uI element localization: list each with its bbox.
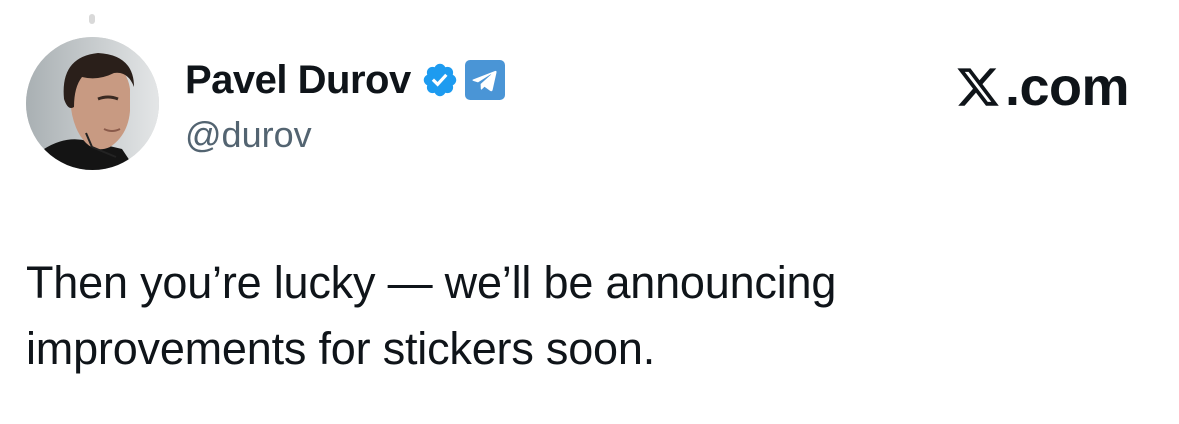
handle[interactable]: @durov <box>185 114 505 156</box>
tweet-text-line: Then you’re lucky — we’ll be announcing <box>26 257 837 308</box>
author-header: Pavel Durov @durov <box>185 52 505 156</box>
scroll-indicator <box>89 14 95 24</box>
brand-watermark: .com <box>955 56 1130 118</box>
avatar-photo <box>26 37 159 170</box>
telegram-icon <box>464 60 505 100</box>
x-logo-icon <box>955 64 1001 110</box>
avatar[interactable] <box>26 37 159 170</box>
name-row: Pavel Durov <box>185 52 505 108</box>
tweet-text-line: improvements for stickers soon. <box>26 323 656 374</box>
tweet-card: Pavel Durov @durov .com Then you’re luck… <box>0 0 1179 424</box>
tweet-text: Then you’re lucky — we’ll be announcing … <box>26 250 1136 382</box>
brand-label: .com <box>1004 57 1130 117</box>
display-name[interactable]: Pavel Durov <box>185 58 411 103</box>
verified-badge-icon <box>421 61 459 99</box>
